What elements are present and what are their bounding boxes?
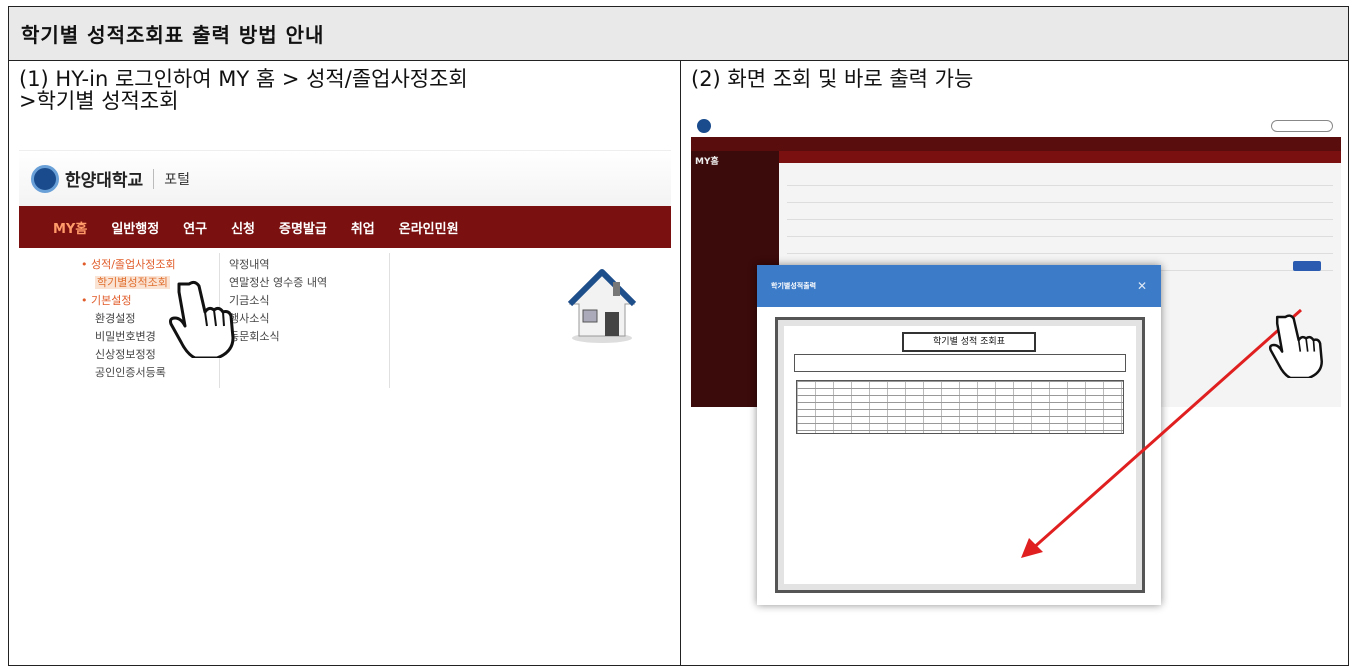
nav-my-home[interactable]: MY홈	[53, 218, 87, 237]
university-logo-icon	[31, 164, 59, 193]
menu-item-agreement[interactable]: 약정내역	[229, 256, 327, 274]
close-icon[interactable]: ✕	[1137, 279, 1147, 293]
menu-item-personal-info[interactable]: 신상정보정정	[81, 346, 176, 364]
university-logo-small-icon	[697, 119, 711, 133]
portal-nav-bar: MY홈 일반행정 연구 신청 증명발급 취업 온라인민원	[19, 206, 671, 248]
menu-group-settings[interactable]: • 기본설정	[81, 292, 176, 310]
search-button-thumbnail[interactable]	[1293, 261, 1321, 271]
nav-general-admin[interactable]: 일반행정	[111, 218, 159, 237]
menu-item-semester-grades[interactable]: 학기별성적조회	[95, 276, 170, 289]
sidebar-title: MY홈	[695, 157, 719, 167]
portal-header: 한양대학교 포털	[19, 151, 671, 206]
menu-item-env-settings[interactable]: 환경설정	[81, 310, 176, 328]
nav-online-civil[interactable]: 온라인민원	[399, 218, 459, 237]
popup-title: 학기별성적출력	[771, 282, 817, 290]
portal-menu-screenshot: 한양대학교 포털 MY홈 일반행정 연구 신청 증명발급 취업 온라인민원 • …	[19, 150, 671, 391]
step2-column: (2) 화면 조회 및 바로 출력 가능 MY홈 학기별성적출력 ✕ 학기별 성…	[681, 60, 1348, 665]
pointer-hand-icon	[169, 280, 235, 358]
step1-instruction: (1) HY-in 로그인하여 MY 홈 > 성적/졸업사정조회 >학기별 성적…	[19, 68, 468, 112]
menu-group-grades[interactable]: • 성적/졸업사정조회	[81, 256, 176, 274]
menu-item-password[interactable]: 비밀번호변경	[81, 328, 176, 346]
portal-label: 포털	[164, 171, 190, 188]
nav-application[interactable]: 신청	[231, 218, 255, 237]
step1-instruction-line2: >학기별 성적조회	[19, 89, 179, 113]
step1-column: (1) HY-in 로그인하여 MY 홈 > 성적/졸업사정조회 >학기별 성적…	[9, 60, 681, 665]
document-title: 학기별 성적조회표 출력 방법 안내	[9, 7, 1348, 61]
search-box-thumbnail	[1271, 120, 1333, 132]
menu-item-event-news[interactable]: 행사소식	[229, 310, 327, 328]
menu-item-alumni-news[interactable]: 동문회소식	[229, 328, 327, 346]
menu-column-2: 약정내역 연말정산 영수증 내역 기금소식 행사소식 동문회소식	[229, 256, 327, 346]
home-icon	[567, 269, 637, 343]
step1-instruction-line1: (1) HY-in 로그인하여 MY 홈 > 성적/졸업사정조회	[19, 67, 468, 91]
nav-research[interactable]: 연구	[183, 218, 207, 237]
menu-item-fund-news[interactable]: 기금소식	[229, 292, 327, 310]
portal-dropdown-menu: • 성적/졸업사정조회 학기별성적조회 • 기본설정 환경설정 비밀번호변경 신…	[19, 248, 671, 391]
menu-item-certificate-reg[interactable]: 공인인증서등록	[81, 364, 176, 382]
nav-certificate[interactable]: 증명발급	[279, 218, 327, 237]
university-name: 한양대학교	[65, 171, 144, 191]
nav-bar-thumbnail	[691, 137, 1341, 151]
step2-instruction: (2) 화면 조회 및 바로 출력 가능	[691, 67, 974, 91]
nav-employment[interactable]: 취업	[351, 218, 375, 237]
menu-column-1: • 성적/졸업사정조회 학기별성적조회 • 기본설정 환경설정 비밀번호변경 신…	[81, 256, 176, 382]
menu-item-tax-receipt[interactable]: 연말정산 영수증 내역	[229, 274, 327, 292]
guide-document: 학기별 성적조회표 출력 방법 안내 (1) HY-in 로그인하여 MY 홈 …	[8, 6, 1349, 666]
pointer-hand-icon	[1268, 314, 1323, 378]
